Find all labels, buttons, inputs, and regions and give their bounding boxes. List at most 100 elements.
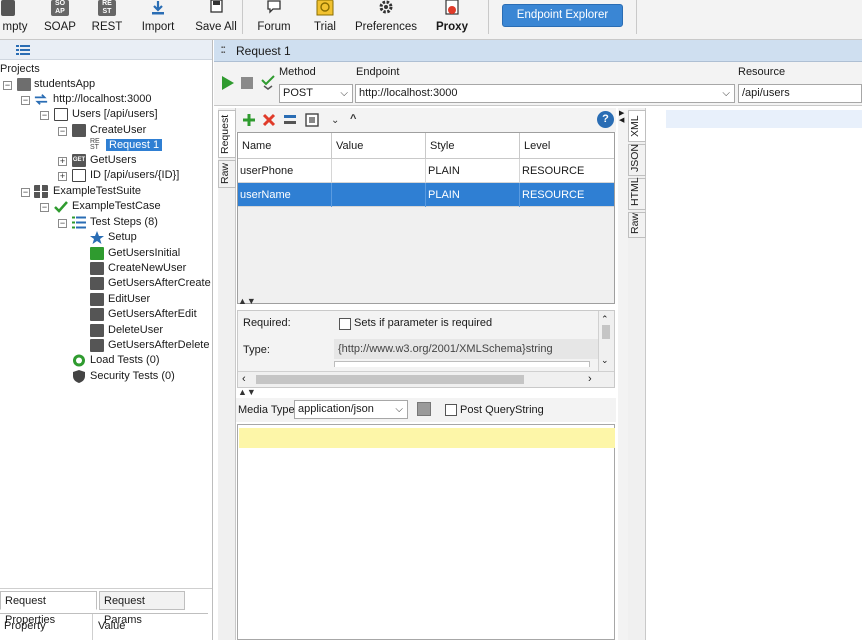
param-name-cell[interactable]: userPhone <box>238 159 332 183</box>
add-assertion-icon[interactable] <box>261 75 275 91</box>
tree-node-get-users-initial[interactable]: GetUsersInitial <box>108 246 180 261</box>
tree-node-setup[interactable]: Setup <box>108 230 137 245</box>
tree-node-get-users[interactable]: GetUsers <box>90 153 136 168</box>
toolbar-separator <box>636 0 637 34</box>
column-header-value[interactable]: Value <box>332 133 426 159</box>
run-icon[interactable] <box>222 76 234 90</box>
collapse-toggle[interactable]: − <box>58 127 67 136</box>
method-select[interactable]: POST ⌵ <box>279 84 353 103</box>
current-line-highlight <box>239 428 615 448</box>
tree-node-test-case[interactable]: ExampleTestCase <box>72 199 161 214</box>
stop-icon[interactable] <box>241 77 253 89</box>
forum-button[interactable]: Forum <box>254 0 294 40</box>
tree-node-edit-user[interactable]: EditUser <box>108 292 150 307</box>
tree-node-test-suite[interactable]: ExampleTestSuite <box>53 184 141 199</box>
tree-node-get-users-after-create[interactable]: GetUsersAfterCreate <box>108 276 211 291</box>
collapse-toggle[interactable]: − <box>3 81 12 90</box>
tree-node-request-1[interactable]: Request 1 <box>106 138 163 153</box>
tab-raw-request[interactable]: Raw <box>218 160 236 188</box>
chevron-down-icon[interactable]: ⌄ <box>331 115 339 126</box>
endpoint-select[interactable]: http://localhost:3000 ⌵ <box>355 84 735 103</box>
resource-input[interactable]: /api/users <box>738 84 862 103</box>
tab-xml[interactable]: XML <box>628 110 646 142</box>
collapse-toggle[interactable]: − <box>21 96 30 105</box>
scrollbar-thumb[interactable] <box>256 375 524 384</box>
table-row[interactable]: userPhone PLAIN RESOURCE <box>238 159 614 183</box>
column-header-name[interactable]: Name <box>238 133 332 159</box>
param-value-cell[interactable] <box>332 159 426 183</box>
type-field[interactable]: {http://www.w3.org/2001/XMLSchema}string <box>334 339 599 359</box>
rest-button[interactable]: RE ST REST <box>90 0 124 40</box>
request-window-title-bar: ▪▪ ▪▪ Request 1 <box>214 40 862 62</box>
param-level-cell[interactable]: RESOURCE <box>520 183 614 207</box>
splitter-arrows-icon[interactable]: ▲▼ <box>238 296 256 306</box>
tree-node-test-steps[interactable]: Test Steps (8) <box>90 215 158 230</box>
tree-node-localhost[interactable]: http://localhost:3000 <box>53 92 151 107</box>
splitter-arrows-icon[interactable]: ▶ ◀ <box>619 110 624 124</box>
current-line-highlight <box>666 110 862 128</box>
scroll-left-icon[interactable]: ‹ <box>242 373 246 385</box>
tree-node-load-tests[interactable]: Load Tests (0) <box>90 353 160 368</box>
empty-button[interactable]: mpty <box>0 0 30 40</box>
horizontal-scrollbar[interactable]: ‹ › <box>238 371 614 387</box>
rest-step-icon <box>90 293 104 306</box>
splitter-arrows-icon[interactable]: ▲▼ <box>238 387 256 397</box>
tree-node-get-users-after-edit[interactable]: GetUsersAfterEdit <box>108 307 197 322</box>
scroll-right-icon[interactable]: › <box>588 373 592 385</box>
tab-raw-response[interactable]: Raw <box>628 212 646 238</box>
list-view-icon[interactable] <box>16 45 30 55</box>
recreate-icon[interactable] <box>417 402 431 416</box>
column-header-level[interactable]: Level <box>520 133 614 159</box>
collapse-toggle[interactable]: − <box>58 219 67 228</box>
tab-html[interactable]: HTML <box>628 177 646 210</box>
tab-request-params[interactable]: Request Params <box>99 591 185 626</box>
expand-toggle[interactable]: + <box>58 172 67 181</box>
required-checkbox[interactable] <box>339 318 351 330</box>
import-button[interactable]: Import <box>136 0 180 40</box>
request-body-editor[interactable] <box>237 424 615 640</box>
tab-json[interactable]: JSON <box>628 144 646 176</box>
editor-splitter[interactable]: ▶ ◀ <box>618 108 628 640</box>
endpoint-explorer-button[interactable]: Endpoint Explorer <box>502 4 623 27</box>
chevron-up-icon[interactable]: ^ <box>350 113 356 125</box>
scrollbar-thumb[interactable] <box>602 325 610 339</box>
table-row-selected[interactable]: userName PLAIN RESOURCE <box>238 183 614 207</box>
param-style-cell[interactable]: PLAIN <box>426 183 520 207</box>
tree-node-users-resource[interactable]: Users [/api/users] <box>72 107 158 122</box>
tree-node-get-users-after-delete[interactable]: GetUsersAfterDelete <box>108 338 209 353</box>
remove-param-icon[interactable] <box>262 113 276 127</box>
param-style-cell[interactable]: PLAIN <box>426 159 520 183</box>
help-icon[interactable]: ? <box>597 111 614 128</box>
tree-node-create-new-user[interactable]: CreateNewUser <box>108 261 186 276</box>
vertical-scrollbar[interactable]: ⌃ ⌄ <box>598 311 614 371</box>
collapse-toggle[interactable]: − <box>40 111 49 120</box>
expand-toggle[interactable]: + <box>58 157 67 166</box>
param-name-cell[interactable]: userName <box>238 183 332 207</box>
move-param-icon[interactable] <box>283 113 297 127</box>
collapse-toggle[interactable]: − <box>21 188 30 197</box>
save-all-button[interactable]: Save All <box>194 0 238 40</box>
response-editor[interactable] <box>646 108 862 640</box>
collapse-toggle[interactable]: − <box>40 203 49 212</box>
scroll-up-icon[interactable]: ⌃ <box>601 314 609 325</box>
param-level-cell[interactable]: RESOURCE <box>520 159 614 183</box>
post-querystring-checkbox[interactable] <box>445 404 457 416</box>
soap-button[interactable]: SO AP SOAP <box>42 0 78 40</box>
param-value-cell[interactable] <box>332 183 426 207</box>
tab-request-properties[interactable]: Request Properties <box>0 591 97 626</box>
tree-node-delete-user[interactable]: DeleteUser <box>108 323 163 338</box>
proxy-button[interactable]: Proxy <box>432 0 472 40</box>
tab-request[interactable]: Request <box>218 110 236 158</box>
tree-node-students-app[interactable]: studentsApp <box>34 77 95 92</box>
tree-node-security-tests[interactable]: Security Tests (0) <box>90 369 175 384</box>
trial-button[interactable]: Trial <box>308 0 342 40</box>
scroll-down-icon[interactable]: ⌄ <box>601 355 609 366</box>
clone-param-icon[interactable] <box>305 113 319 127</box>
tree-node-id-resource[interactable]: ID [/api/users/{ID}] <box>90 168 179 183</box>
preferences-button[interactable]: Preferences <box>352 0 420 40</box>
add-param-icon[interactable] <box>242 113 256 127</box>
tree-node-create-user[interactable]: CreateUser <box>90 123 146 138</box>
projects-root[interactable]: Projects <box>0 62 40 77</box>
media-type-select[interactable]: application/json ⌵ <box>294 400 408 419</box>
column-header-style[interactable]: Style <box>426 133 520 159</box>
